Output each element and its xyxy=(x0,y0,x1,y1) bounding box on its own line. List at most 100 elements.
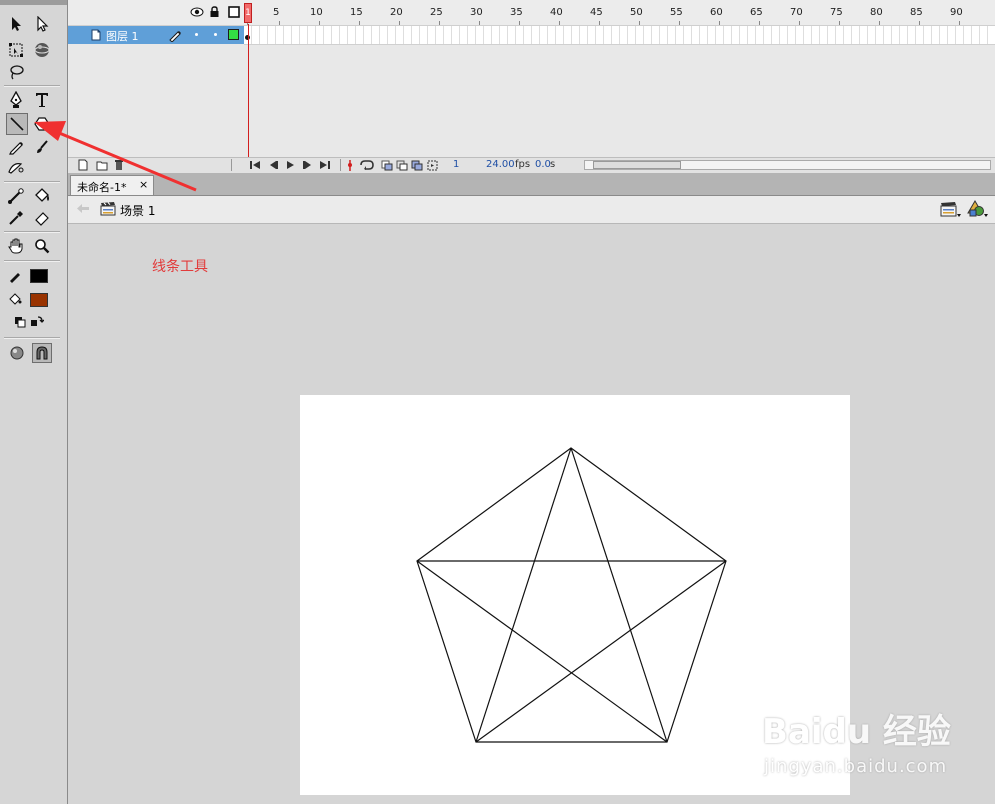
loop-icon[interactable] xyxy=(359,160,375,173)
onion-skin-icon[interactable] xyxy=(381,160,393,174)
free-transform-tool-icon[interactable] xyxy=(6,40,26,60)
lock-all-layers-icon[interactable] xyxy=(209,6,220,21)
tools-separator xyxy=(4,337,60,339)
ruler-frame-number: 40 xyxy=(550,7,563,18)
ruler-tick xyxy=(639,21,640,25)
star-line[interactable] xyxy=(475,560,727,743)
ruler-tick xyxy=(479,21,480,25)
black-white-icon[interactable] xyxy=(12,314,28,330)
swap-colors-icon[interactable] xyxy=(29,314,45,330)
layer-row[interactable]: 图层 1 xyxy=(68,26,244,44)
play-icon[interactable] xyxy=(285,160,295,173)
ruler-frame-number: 60 xyxy=(710,7,723,18)
timeline-panel: 5 10 15 20 25 30 35 40 45 50 55 60 65 70 75 80 85 90 1 图层… xyxy=(68,0,995,173)
subselection-tool-icon[interactable] xyxy=(32,14,52,34)
eyedropper-tool-icon[interactable] xyxy=(6,208,26,228)
pencil-tool-icon[interactable] xyxy=(6,137,26,157)
ruler-frame-number: 5 xyxy=(273,7,280,18)
object-drawing-icon[interactable] xyxy=(7,343,27,363)
layer-visibility-dot[interactable] xyxy=(195,33,198,36)
fill-color-swatch[interactable] xyxy=(30,293,48,307)
elapsed-time-value[interactable]: 0.0 xyxy=(535,159,551,170)
ruler-frame-number: 85 xyxy=(910,7,923,18)
go-to-first-frame-icon[interactable] xyxy=(249,160,261,173)
tools-panel-grip[interactable] xyxy=(0,0,67,5)
timeline-header: 5 10 15 20 25 30 35 40 45 50 55 60 65 70 75 80 85 90 xyxy=(68,0,995,26)
edit-scene-icon[interactable] xyxy=(940,200,962,221)
show-hide-all-layers-icon[interactable] xyxy=(190,6,204,21)
stroke-color-swatch[interactable] xyxy=(30,269,48,283)
elapsed-time-unit: s xyxy=(550,159,556,170)
frames-grid[interactable] xyxy=(244,26,995,45)
document-tab-bar: 未命名-1* × xyxy=(68,173,995,196)
snap-to-objects-icon[interactable] xyxy=(32,343,52,363)
eraser-tool-icon[interactable] xyxy=(32,208,52,228)
modify-onion-markers-icon[interactable] xyxy=(427,160,438,174)
layer-outline-color[interactable] xyxy=(228,29,239,40)
ruler-tick xyxy=(439,21,440,25)
layer-lock-dot[interactable] xyxy=(214,33,217,36)
go-to-last-frame-icon[interactable] xyxy=(319,160,331,173)
layer-name[interactable]: 图层 1 xyxy=(106,28,139,44)
new-layer-icon[interactable] xyxy=(78,159,89,174)
back-arrow-icon[interactable] xyxy=(76,203,90,217)
pen-tool-icon[interactable] xyxy=(6,90,26,110)
ruler-frame-number: 65 xyxy=(750,7,763,18)
ruler-tick xyxy=(559,21,560,25)
frame-rate-value[interactable]: 24.00 xyxy=(486,159,515,170)
star-line[interactable] xyxy=(570,447,668,743)
hand-tool-icon[interactable] xyxy=(6,236,26,256)
lasso-tool-icon[interactable] xyxy=(6,62,26,82)
3d-rotation-tool-icon[interactable] xyxy=(32,40,52,60)
zoom-tool-icon[interactable] xyxy=(32,236,52,256)
center-frame-icon[interactable] xyxy=(346,160,354,174)
timeline-footer: 1 24.00 fps 0.0 s xyxy=(68,157,995,173)
outline-all-layers-icon[interactable] xyxy=(228,6,240,21)
selection-tool-icon[interactable] xyxy=(6,14,26,34)
edit-bar: 场景 1 xyxy=(68,196,995,224)
baidu-watermark: Baidu 经验 jingyan.baidu.com xyxy=(760,690,990,790)
deco-tool-icon[interactable] xyxy=(6,158,26,178)
edit-multiple-frames-icon[interactable] xyxy=(411,160,423,174)
text-tool-icon[interactable] xyxy=(32,90,52,110)
ruler-tick xyxy=(759,21,760,25)
polystar-tool-icon[interactable] xyxy=(32,114,52,134)
step-back-icon[interactable] xyxy=(267,160,279,173)
frame-ruler[interactable]: 5 10 15 20 25 30 35 40 45 50 55 60 65 70 75 80 85 90 xyxy=(244,0,995,25)
brush-tool-icon[interactable] xyxy=(32,137,52,157)
ruler-frame-number: 30 xyxy=(470,7,483,18)
ruler-frame-number: 75 xyxy=(830,7,843,18)
line-tool-annotation: 线条工具 xyxy=(152,259,208,275)
new-folder-icon[interactable] xyxy=(96,159,108,174)
scene-clapper-icon xyxy=(100,201,116,219)
bone-tool-icon[interactable] xyxy=(6,186,26,206)
ruler-tick xyxy=(279,21,280,25)
star-line[interactable] xyxy=(416,560,668,743)
close-tab-button[interactable]: × xyxy=(139,178,148,191)
ruler-tick xyxy=(599,21,600,25)
tools-panel xyxy=(0,0,68,804)
ruler-frame-number: 15 xyxy=(350,7,363,18)
timeline-horizontal-scrollbar[interactable] xyxy=(584,160,991,170)
onion-skin-outlines-icon[interactable] xyxy=(396,160,408,174)
star-line[interactable] xyxy=(475,447,572,743)
watermark-logo: Baidu 经验 xyxy=(762,712,951,752)
footer-divider xyxy=(231,159,232,171)
ruler-tick xyxy=(679,21,680,25)
ruler-tick xyxy=(959,21,960,25)
edit-symbols-icon[interactable] xyxy=(967,200,989,221)
playhead[interactable]: 1 xyxy=(244,3,252,23)
paint-bucket-tool-icon[interactable] xyxy=(32,186,52,206)
current-frame-display[interactable]: 1 xyxy=(453,159,459,170)
document-tab[interactable]: 未命名-1* × xyxy=(70,175,154,195)
scrollbar-thumb[interactable] xyxy=(593,161,681,169)
ruler-frame-number: 70 xyxy=(790,7,803,18)
current-frame-marker: 1 xyxy=(245,8,251,18)
line-tool-icon[interactable] xyxy=(6,113,28,135)
tools-separator xyxy=(4,85,60,87)
ruler-frame-number: 80 xyxy=(870,7,883,18)
ruler-tick xyxy=(879,21,880,25)
step-forward-icon[interactable] xyxy=(302,160,314,173)
delete-layer-icon[interactable] xyxy=(114,159,124,174)
tools-separator xyxy=(4,181,60,183)
